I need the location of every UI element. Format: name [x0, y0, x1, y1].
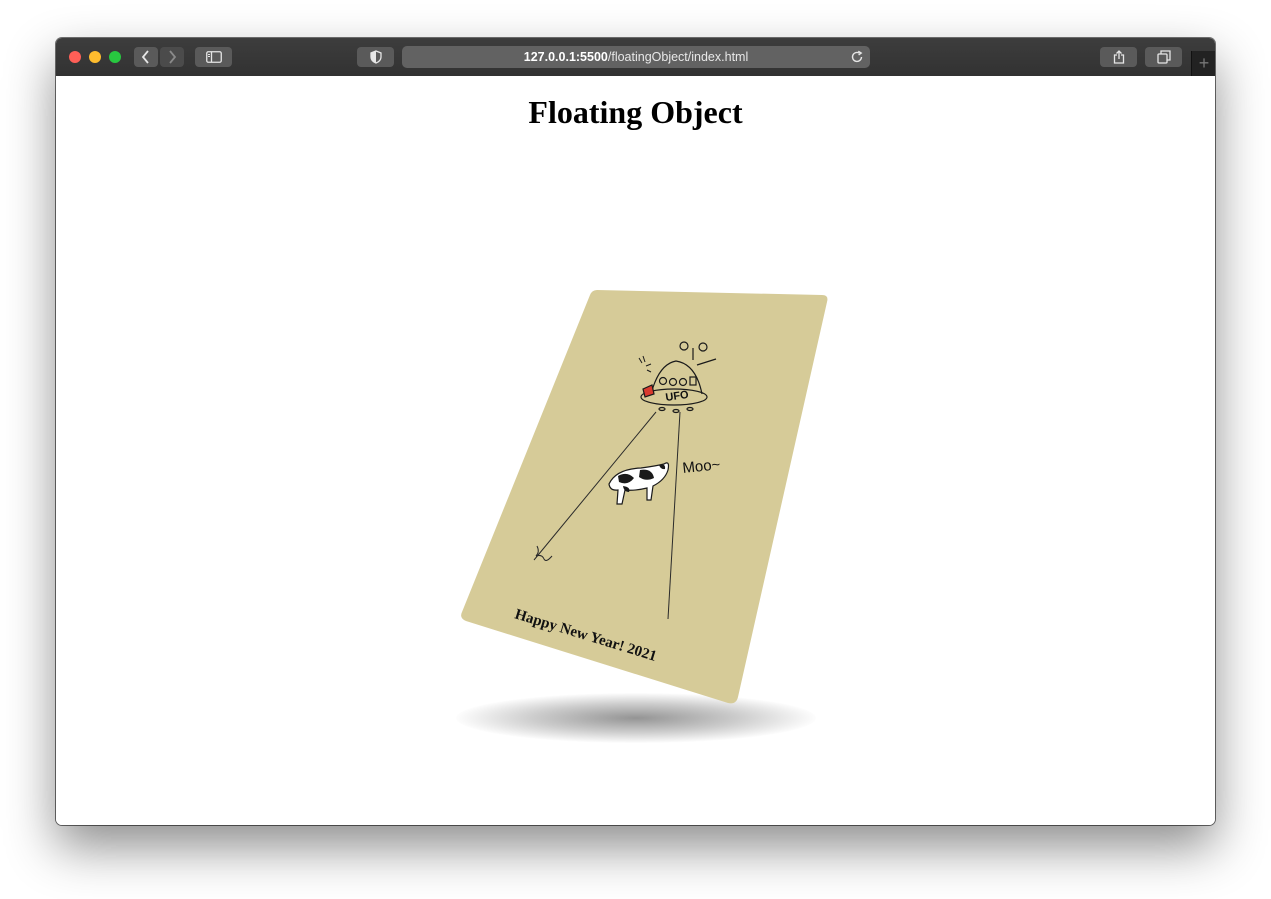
floating-card[interactable]: UFO Moo~ Happy New Year! 2021	[56, 76, 1215, 825]
sidebar-toggle-button[interactable]	[195, 47, 232, 67]
tab-overview-button[interactable]	[1145, 47, 1182, 67]
share-icon	[1113, 50, 1124, 64]
chevron-right-icon	[169, 50, 177, 64]
close-window-button[interactable]	[69, 51, 81, 63]
tabs-icon	[1156, 50, 1171, 64]
url-host: 127.0.0.1:5500	[523, 50, 608, 64]
minimize-window-button[interactable]	[89, 51, 101, 63]
reload-icon[interactable]	[850, 50, 864, 64]
back-button[interactable]	[134, 47, 158, 67]
sidebar-icon	[205, 51, 222, 63]
shield-icon	[369, 50, 382, 64]
new-tab-button[interactable]: +	[1191, 51, 1215, 76]
forward-button[interactable]	[160, 47, 184, 67]
card-face	[461, 290, 828, 704]
zoom-window-button[interactable]	[109, 51, 121, 63]
address-bar[interactable]: 127.0.0.1:5500/floatingObject/index.html	[402, 46, 870, 68]
share-button[interactable]	[1100, 47, 1137, 67]
plus-icon: +	[1198, 53, 1210, 73]
page-content: Floating Object UFO Moo~ Happy New Year!…	[56, 76, 1215, 825]
browser-window: 127.0.0.1:5500/floatingObject/index.html…	[56, 38, 1215, 825]
privacy-report-button[interactable]	[357, 47, 394, 67]
browser-toolbar: 127.0.0.1:5500/floatingObject/index.html…	[56, 38, 1215, 77]
chevron-left-icon	[141, 50, 149, 64]
url-path: /floatingObject/index.html	[607, 50, 749, 64]
